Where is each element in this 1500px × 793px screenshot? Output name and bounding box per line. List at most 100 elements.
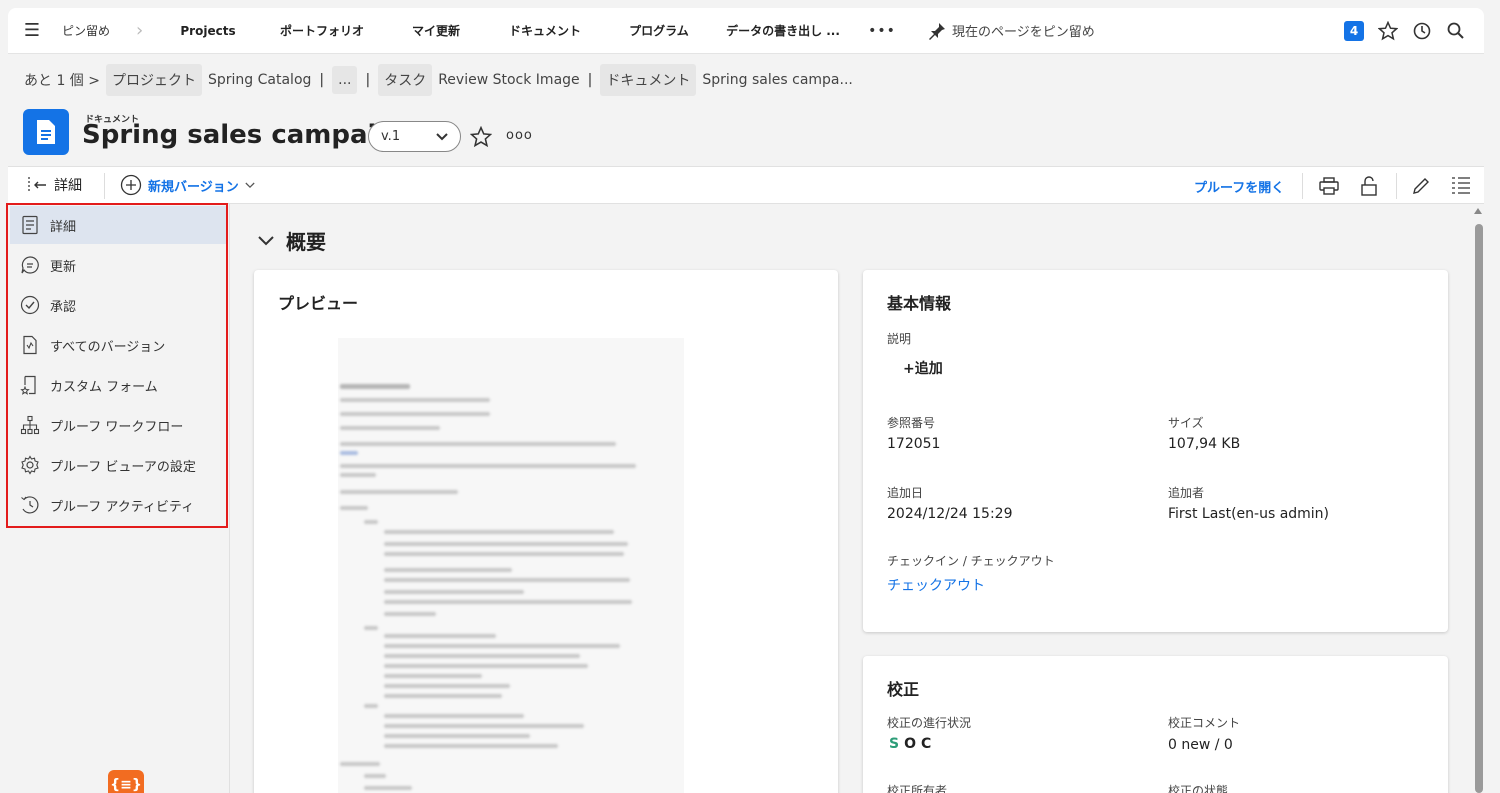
preview-text-line <box>384 654 580 658</box>
preview-text-line <box>340 384 410 389</box>
lock-icon[interactable] <box>1358 175 1380 197</box>
preview-text-line <box>340 762 380 766</box>
sidebar-item-proof-viewer-settings[interactable]: プルーフ ビューアの設定 <box>10 446 226 484</box>
pin-page-button[interactable]: 現在のページをピン留め <box>928 21 1095 40</box>
breadcrumb-document: Spring sales campa... <box>702 72 853 88</box>
breadcrumb-ellipsis[interactable]: ... <box>332 66 358 94</box>
added-by-value: First Last(en-us admin) <box>1168 506 1330 522</box>
scroll-up-arrow-icon[interactable] <box>1474 208 1482 214</box>
proof-progress-label: 校正の進行状況 <box>887 716 972 730</box>
chevron-down-icon <box>436 132 448 140</box>
search-icon[interactable] <box>1446 21 1466 41</box>
sidebar-item-proof-activity[interactable]: プルーフ アクティビティ <box>10 486 226 524</box>
preview-text-line <box>384 744 558 748</box>
toolbar: 詳細 新規バージョン プルーフを開く <box>8 166 1484 204</box>
preview-text-line <box>340 442 616 446</box>
nav-item-documents[interactable]: ドキュメント <box>490 22 600 39</box>
sidebar-item-updates[interactable]: 更新 <box>10 246 226 284</box>
proof-comments-label: 校正コメント <box>1168 716 1241 730</box>
breadcrumb-separator: | <box>587 72 593 88</box>
reference-number-value: 172051 <box>887 436 941 452</box>
details-label: 詳細 <box>54 178 82 194</box>
pin-page-label: 現在のページをピン留め <box>952 25 1095 40</box>
preview-text-line <box>340 490 458 494</box>
section-title: 概要 <box>286 230 326 254</box>
breadcrumb-project[interactable]: Spring Catalog <box>208 72 311 88</box>
activity-icon <box>21 496 39 514</box>
sidebar-item-proof-workflow[interactable]: プルーフ ワークフロー <box>10 406 226 444</box>
sidebar-item-label: 更新 <box>50 259 77 275</box>
more-options-button[interactable]: ooo <box>506 128 533 143</box>
nav-more-button[interactable]: ••• <box>862 23 902 39</box>
sidebar-item-all-versions[interactable]: すべてのバージョン <box>10 326 226 364</box>
workflow-icon <box>20 415 40 435</box>
nav-item-data-export[interactable]: データの書き出し ... <box>718 22 848 39</box>
document-preview-image[interactable] <box>338 338 684 793</box>
nav-item-portfolio[interactable]: ポートフォリオ <box>262 22 382 39</box>
breadcrumb-separator: | <box>365 72 371 88</box>
added-date-label: 追加日 <box>887 486 924 500</box>
sidebar-item-custom-forms[interactable]: カスタム フォーム <box>10 366 226 404</box>
nav-item-my-updates[interactable]: マイ更新 <box>396 22 476 39</box>
proof-progress-status: SOC <box>889 736 936 752</box>
add-circle-icon <box>120 174 142 196</box>
overview-section-toggle[interactable]: 概要 <box>258 226 326 255</box>
preview-text-line <box>384 684 510 688</box>
favorite-star-icon[interactable] <box>469 125 493 152</box>
size-value: 107,94 KB <box>1168 436 1241 452</box>
star-icon[interactable] <box>1378 21 1398 41</box>
proof-card: 校正 校正の進行状況 SOC 校正コメント 0 new / 0 校正所有者 校正… <box>863 656 1448 793</box>
proof-owner-label: 校正所有者 <box>887 784 948 793</box>
preview-text-line <box>384 694 502 698</box>
add-description-button[interactable]: +追加 <box>903 358 943 378</box>
preview-text-line <box>384 674 482 678</box>
preview-text-line <box>340 464 636 468</box>
version-value: v.1 <box>381 129 401 144</box>
top-nav: ☰ ピン留め › Projects ポートフォリオ マイ更新 ドキュメント プロ… <box>8 8 1484 54</box>
size-label: サイズ <box>1168 416 1204 430</box>
preview-text-line <box>340 473 376 477</box>
sidebar: 詳細 更新 承認 すべてのバージョン カスタム フォーム プルーフ ワークフロー… <box>8 204 230 793</box>
preview-text-line <box>364 704 378 708</box>
edit-pencil-icon[interactable] <box>1410 175 1432 197</box>
version-select[interactable]: v.1 <box>368 121 461 152</box>
preview-title: プレビュー <box>278 294 359 313</box>
nav-item-programs[interactable]: プログラム <box>614 22 704 39</box>
list-view-icon[interactable] <box>1450 175 1472 197</box>
gear-icon <box>21 455 39 475</box>
breadcrumb: あと 1 個 > プロジェクト Spring Catalog | ... | タ… <box>24 64 853 96</box>
new-version-button[interactable]: 新規バージョン <box>120 174 255 196</box>
preview-text-line <box>384 578 630 582</box>
page-title: Spring sales campaign <box>82 120 414 150</box>
collapse-details-button[interactable]: 詳細 <box>26 175 82 195</box>
pin-icon <box>929 22 945 40</box>
history-icon[interactable] <box>1412 21 1432 41</box>
sidebar-item-approvals[interactable]: 承認 <box>10 286 226 324</box>
proof-print-icon[interactable] <box>1318 175 1340 197</box>
breadcrumb-more[interactable]: あと 1 個 > <box>24 70 100 90</box>
new-version-label: 新規バージョン <box>148 179 239 195</box>
preview-text-line <box>384 552 624 556</box>
main-scrollbar[interactable] <box>1474 206 1484 793</box>
document-icon <box>23 109 69 155</box>
basic-info-title: 基本情報 <box>887 294 952 313</box>
sidebar-item-details[interactable]: 詳細 <box>10 206 226 244</box>
preview-text-line <box>384 612 436 616</box>
preview-text-line <box>340 426 440 430</box>
sidebar-item-label: 詳細 <box>50 219 77 235</box>
pinned-label[interactable]: ピン留め <box>62 22 132 39</box>
preview-text-line <box>384 590 524 594</box>
custom-form-icon <box>20 375 36 395</box>
nav-item-projects[interactable]: Projects <box>176 24 240 38</box>
checkout-link[interactable]: チェックアウト <box>887 575 985 595</box>
preview-text-line <box>384 734 530 738</box>
menu-icon[interactable]: ☰ <box>0 8 64 54</box>
breadcrumb-task[interactable]: Review Stock Image <box>438 72 579 88</box>
scroll-thumb[interactable] <box>1475 224 1483 793</box>
proof-status-label: 校正の状態 <box>1168 784 1229 793</box>
basic-info-card: 基本情報 説明 +追加 参照番号 172051 サイズ 107,94 KB 追加… <box>863 270 1448 632</box>
open-proof-button[interactable]: プルーフを開く <box>1194 177 1284 196</box>
notification-badge[interactable]: 4 <box>1344 21 1364 41</box>
preview-text-line <box>364 786 412 790</box>
preview-text-line <box>384 542 628 546</box>
